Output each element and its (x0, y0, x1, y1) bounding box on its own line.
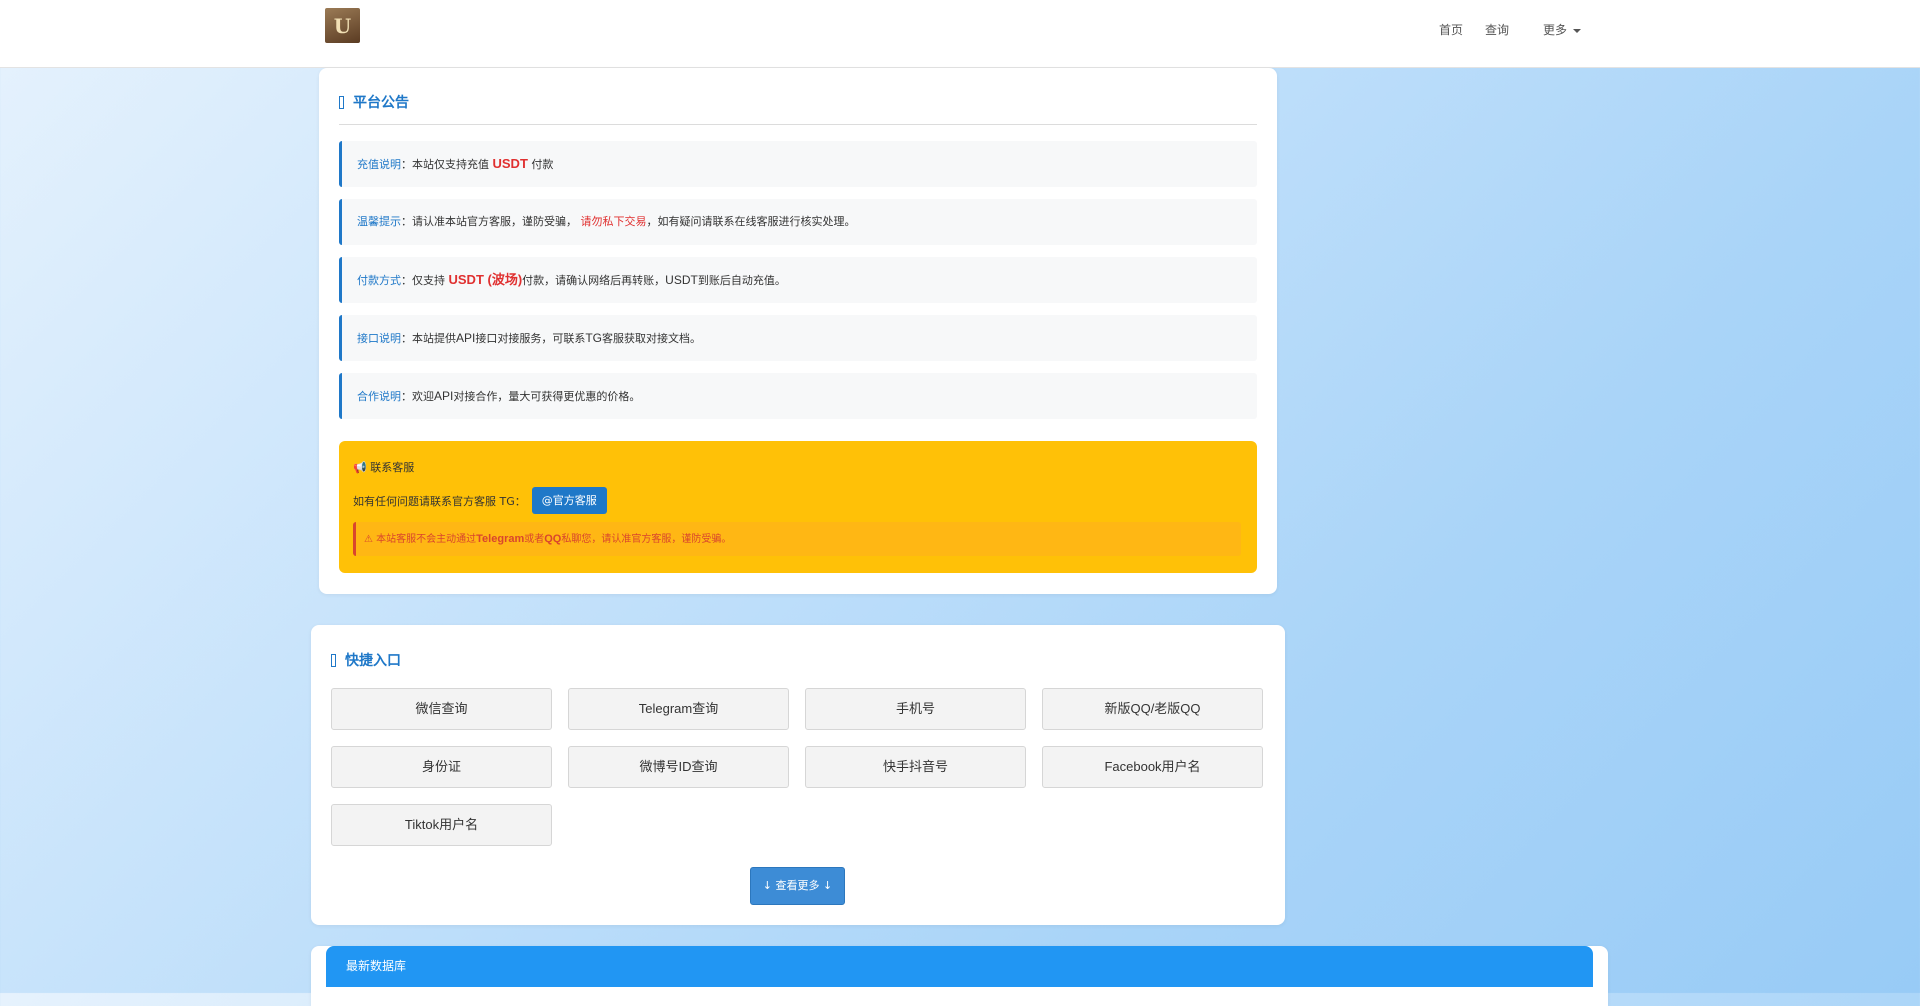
nav-dropdown-more[interactable]: 更多 (1543, 21, 1582, 38)
notice-text: ：仅支持 (401, 274, 445, 287)
quick-link-weibo[interactable]: 微博号ID查询 (568, 746, 789, 788)
notice-text: 付款，请确认网络后再转账， (522, 274, 666, 287)
quick-link-id-card[interactable]: 身份证 (331, 746, 552, 788)
notice-text: 接口对接服务，可联系 (475, 332, 586, 345)
notice-item: 接口说明：本站提供API接口对接服务，可联系TG客服获取对接文档。 (339, 315, 1257, 361)
quick-link-kuaishou-douyin[interactable]: 快手抖音号 (805, 746, 1026, 788)
notice-text: 客服获取对接文档。 (602, 332, 702, 345)
notice-text: 付款 (527, 158, 554, 171)
alert-text: Telegram (476, 533, 525, 545)
alert-text: 或者 (524, 534, 545, 545)
database-card: 最新数据库 (311, 946, 1608, 1006)
notice-item: 合作说明：欢迎API对接合作，量大可获得更优惠的价格。 (339, 373, 1257, 419)
contact-line: 如有任何问题请联系官方客服 TG： @官方客服 (353, 487, 607, 514)
quick-links-title: 快捷入口 (331, 650, 401, 670)
notice-text: 到账后自动充值。 (697, 274, 786, 287)
notice-lead: 合作说明 (357, 390, 401, 403)
notice-text: API (456, 331, 476, 345)
notice-item: 充值说明：本站仅支持充值 USDT 付款 (339, 141, 1257, 187)
alert-text: QQ (544, 533, 562, 545)
announcement-title: 平台公告 (339, 92, 409, 112)
notice-text: ：请认准本站官方客服，谨防受骗， (401, 215, 577, 228)
quick-link-qq[interactable]: 新版QQ/老版QQ (1042, 688, 1263, 730)
telegram-contact-button[interactable]: @官方客服 (531, 487, 607, 514)
notice-text: 对接合作，量大可获得更优惠的价格。 (453, 390, 641, 403)
notice-text: ：本站提供 (401, 332, 456, 345)
notice-item: 付款方式：仅支持 USDT (波场)付款，请确认网络后再转账，USDT到账后自动… (339, 257, 1257, 303)
notice-highlight: USDT (波场) (448, 272, 523, 287)
caret-down-icon (1573, 28, 1582, 33)
logo-letter: U (333, 13, 352, 38)
notice-lead: 接口说明 (357, 332, 401, 345)
announcement-card: 平台公告 充值说明：本站仅支持充值 USDT 付款 温馨提示：请认准本站官方客服… (319, 68, 1277, 594)
top-navbar: U 首页 查询 更多 (0, 0, 1920, 68)
notice-item: 温馨提示：请认准本站官方客服，谨防受骗， 请勿私下交易，如有疑问请联系在线客服进… (339, 199, 1257, 245)
alert-text: 私聊您，请认准官方客服，谨防受骗。 (561, 534, 732, 545)
quick-links-title-text: 快捷入口 (345, 653, 401, 669)
notice-lead: 充值说明 (357, 158, 401, 171)
notice-text: API (434, 389, 454, 403)
notice-text: TG (585, 331, 603, 345)
bullhorn-icon (339, 96, 344, 109)
notice-warning: 请勿私下交易 (580, 215, 647, 228)
contact-title: 📢 联系客服 (353, 461, 415, 474)
quick-link-facebook[interactable]: Facebook用户名 (1042, 746, 1263, 788)
notice-lead: 付款方式 (357, 274, 401, 287)
notice-text: ：本站仅支持充值 (401, 158, 489, 171)
notice-text: ：欢迎 (401, 390, 434, 403)
quick-link-phone[interactable]: 手机号 (805, 688, 1026, 730)
contact-box: 📢 联系客服 如有任何问题请联系官方客服 TG： @官方客服 ⚠ 本站客服不会主… (339, 441, 1257, 573)
nav-dropdown-more-label: 更多 (1543, 23, 1568, 37)
quick-link-telegram[interactable]: Telegram查询 (568, 688, 789, 730)
title-divider (339, 124, 1257, 125)
site-logo[interactable]: U (325, 8, 360, 43)
contact-line-text: 如有任何问题请联系官方客服 TG： (353, 494, 526, 508)
announcement-title-text: 平台公告 (353, 95, 409, 111)
quick-link-wechat[interactable]: 微信查询 (331, 688, 552, 730)
notice-highlight: USDT (492, 156, 528, 171)
notice-lead: 温馨提示 (357, 215, 401, 228)
quick-links-card: 快捷入口 微信查询 Telegram查询 手机号 新版QQ/老版QQ 身份证 微… (311, 625, 1285, 925)
notice-text: USDT (665, 273, 698, 287)
nav-link-query[interactable]: 查询 (1485, 21, 1509, 38)
quick-link-tiktok[interactable]: Tiktok用户名 (331, 804, 552, 846)
database-card-header: 最新数据库 (326, 946, 1593, 987)
alert-text: ⚠ 本站客服不会主动通过 (364, 534, 477, 545)
link-icon (331, 654, 336, 667)
contact-alert: ⚠ 本站客服不会主动通过Telegram或者QQ私聊您，请认准官方客服，谨防受骗… (353, 522, 1241, 556)
nav-link-home[interactable]: 首页 (1439, 21, 1463, 38)
notice-text: ，如有疑问请联系在线客服进行核实处理。 (646, 215, 856, 228)
show-more-button[interactable]: ↓ 查看更多 ↓ (750, 867, 845, 905)
